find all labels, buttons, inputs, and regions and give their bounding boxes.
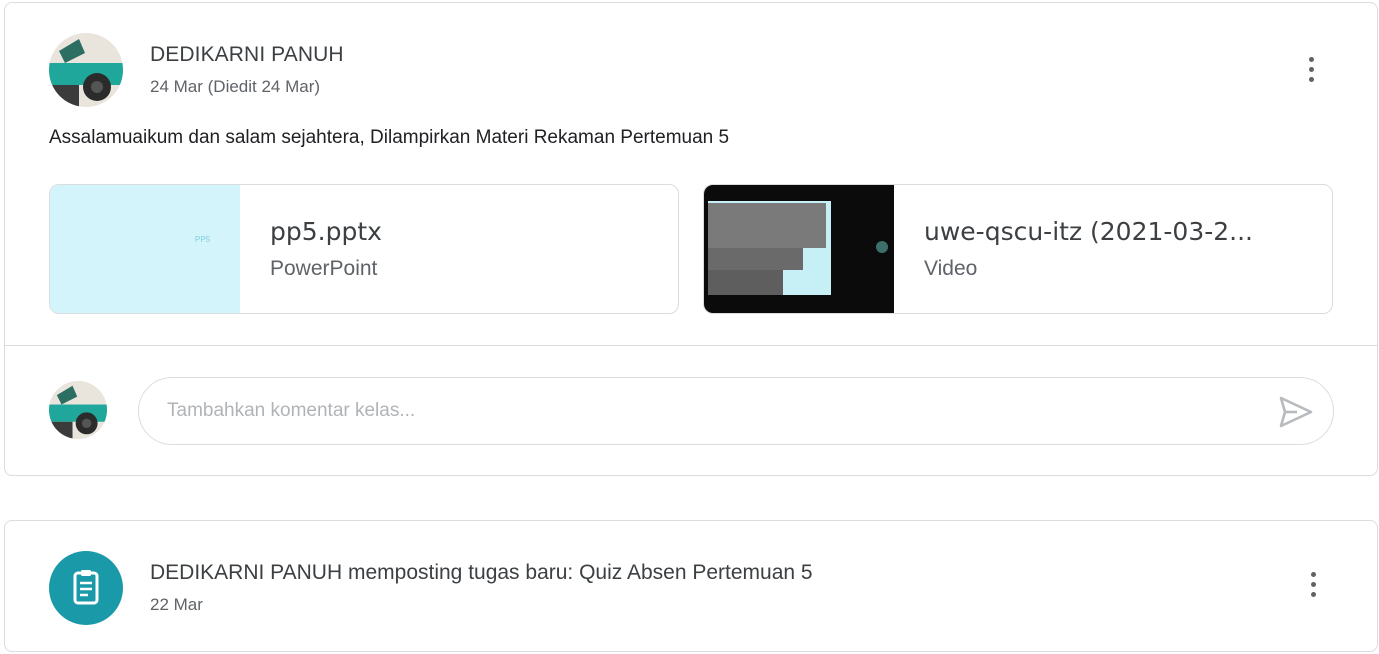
assignment-icon <box>49 551 123 625</box>
author-avatar[interactable] <box>49 33 123 107</box>
user-avatar <box>49 381 107 439</box>
assignment-card[interactable]: DEDIKARNI PANUH memposting tugas baru: Q… <box>4 520 1378 652</box>
post-author: DEDIKARNI PANUH <box>150 43 344 66</box>
attachment-title: uwe-qscu-itz (2021-03-2... <box>924 217 1253 246</box>
send-icon[interactable] <box>1277 394 1315 430</box>
comment-box <box>138 377 1334 445</box>
divider <box>5 345 1377 346</box>
more-vert-icon[interactable] <box>1307 53 1315 87</box>
announcement-card: DEDIKARNI PANUH 24 Mar (Diedit 24 Mar) A… <box>4 2 1378 476</box>
comment-input[interactable] <box>167 398 1227 424</box>
attachment-video[interactable]: uwe-qscu-itz (2021-03-2... Video <box>703 184 1333 314</box>
attachment-type: Video <box>924 257 978 280</box>
assignment-title[interactable]: DEDIKARNI PANUH memposting tugas baru: Q… <box>150 561 813 585</box>
post-text: Assalamuaikum dan salam sejahtera, Dilam… <box>49 127 730 148</box>
video-thumbnail <box>704 185 894 313</box>
post-date: 24 Mar (Diedit 24 Mar) <box>150 77 321 96</box>
attachment-type: PowerPoint <box>270 257 378 280</box>
assignment-date: 22 Mar <box>150 595 203 614</box>
attachment-pptx[interactable]: PP5 pp5.pptx PowerPoint <box>49 184 679 314</box>
pptx-thumbnail: PP5 <box>50 185 240 313</box>
more-vert-icon[interactable] <box>1309 568 1317 602</box>
attachment-title: pp5.pptx <box>270 217 382 246</box>
